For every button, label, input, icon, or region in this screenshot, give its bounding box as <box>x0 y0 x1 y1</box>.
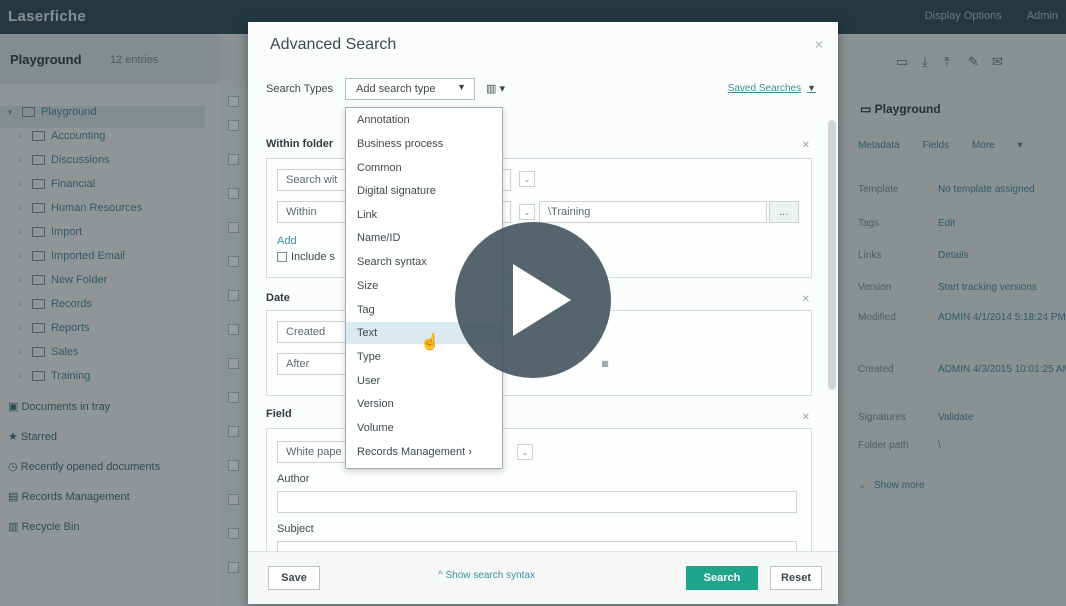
section-title-date: Date <box>266 292 290 304</box>
columns-icon[interactable]: ▥ ▾ <box>486 82 505 95</box>
chevron-down-icon[interactable]: ⌄ <box>517 444 533 460</box>
subject-label: Subject <box>277 523 314 535</box>
save-button[interactable]: Save <box>268 566 320 590</box>
hand-cursor-icon: ☝ <box>420 334 440 351</box>
close-icon[interactable]: ✕ <box>802 140 810 151</box>
checkbox-icon <box>277 252 287 263</box>
close-icon[interactable]: ✕ <box>802 412 810 423</box>
menu-item-link[interactable]: Link <box>357 209 377 221</box>
search-types-label: Search Types <box>266 83 334 95</box>
chevron-down-icon[interactable]: ⌄ <box>519 204 535 220</box>
search-button[interactable]: Search <box>686 566 758 590</box>
menu-item-user[interactable]: User <box>357 375 380 387</box>
app-background: Laserfiche Display Options Admin Playgro… <box>0 0 1066 606</box>
chevron-right-icon: › <box>468 446 472 458</box>
add-search-type-select[interactable]: Add search type ▼ <box>345 78 475 100</box>
play-icon <box>513 264 571 336</box>
menu-item-tag[interactable]: Tag <box>357 304 375 316</box>
menu-item-search-syntax[interactable]: Search syntax <box>357 256 427 268</box>
close-icon[interactable]: ✕ <box>814 38 824 52</box>
menu-item-business-process[interactable]: Business process <box>357 138 443 150</box>
browse-button[interactable]: ... <box>769 201 799 223</box>
show-search-syntax-link[interactable]: ^ Show search syntax <box>438 570 535 581</box>
reset-button[interactable]: Reset <box>770 566 822 590</box>
caret-down-icon: ▼ <box>457 82 466 92</box>
menu-item-digital-signature[interactable]: Digital signature <box>357 185 436 197</box>
calendar-icon[interactable]: ▦ <box>597 356 613 372</box>
menu-item-common[interactable]: Common <box>357 162 402 174</box>
section-title-field: Field <box>266 408 292 420</box>
author-input[interactable] <box>277 491 797 513</box>
menu-item-records-management[interactable]: Records Management › <box>357 446 472 458</box>
play-button[interactable] <box>455 222 611 378</box>
menu-item-name-id[interactable]: Name/ID <box>357 232 400 244</box>
include-subfolders-checkbox[interactable]: Include s <box>277 251 335 263</box>
menu-item-type[interactable]: Type <box>357 351 381 363</box>
chevron-down-icon[interactable]: ⌄ <box>519 171 535 187</box>
dialog-footer: Save ^ Show search syntax Search Reset <box>248 551 838 604</box>
menu-item-annotation[interactable]: Annotation <box>357 114 410 126</box>
folder-path-input[interactable]: \Training <box>539 201 767 223</box>
dialog-title: Advanced Search <box>270 36 397 53</box>
section-title-within-folder: Within folder <box>266 138 334 150</box>
author-label: Author <box>277 473 310 485</box>
menu-item-version[interactable]: Version <box>357 398 394 410</box>
saved-searches-link[interactable]: Saved Searches ▼ <box>728 83 816 94</box>
add-folder-link[interactable]: Add <box>277 235 297 247</box>
caret-down-icon: ▼ <box>807 83 816 93</box>
dialog-scrollbar[interactable] <box>828 120 836 390</box>
menu-item-volume[interactable]: Volume <box>357 422 394 434</box>
menu-item-size[interactable]: Size <box>357 280 378 292</box>
close-icon[interactable]: ✕ <box>802 294 810 305</box>
